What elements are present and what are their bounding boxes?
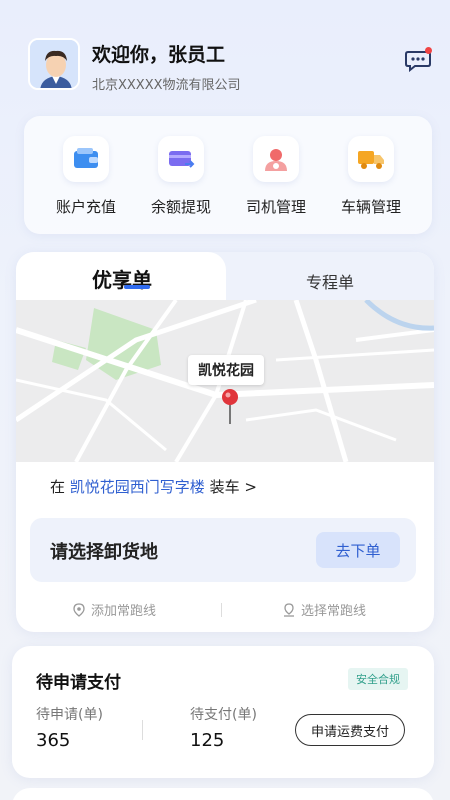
next-card-peek — [12, 788, 434, 800]
driver-icon — [253, 136, 299, 182]
add-route-button[interactable]: 添加常跑线 — [72, 600, 156, 619]
unload-prompt: 请选择卸货地 — [50, 542, 158, 563]
header: 欢迎你，张员工 北京XXXXX物流有限公司 — [0, 0, 450, 110]
quick-action-label: 司机管理 — [245, 198, 306, 216]
select-route-button[interactable]: 选择常跑线 — [282, 600, 366, 619]
load-prefix: 在 — [50, 478, 66, 496]
add-route-label: 添加常跑线 — [91, 604, 157, 619]
active-tab-indicator — [124, 285, 150, 289]
tab-dedicated-order[interactable]: 专程单 — [306, 269, 354, 293]
loading-location-link[interactable]: 在 凯悦花园西门写字楼 装车 > — [50, 476, 257, 497]
unread-dot — [425, 47, 432, 54]
company-name: 北京XXXXX物流有限公司 — [92, 78, 241, 93]
load-suffix: 装车 > — [209, 478, 257, 496]
map-view[interactable]: 凯悦花园 — [16, 300, 434, 462]
pending-apply-count: 365 — [36, 730, 71, 751]
pending-pay-label: 待支付(单) — [190, 707, 257, 723]
order-card: 优享单 专程单 凯悦花园 在 凯悦花园西门写字楼 装车 > 请选择卸货地 去下单… — [16, 252, 434, 632]
quick-action-recharge[interactable]: 账户充值 — [46, 136, 126, 217]
avatar[interactable] — [28, 38, 80, 90]
map-pin-outline-icon — [73, 602, 85, 617]
route-actions: 添加常跑线 选择常跑线 — [16, 598, 434, 622]
payment-card: 待申请支付 安全合规 待申请(单) 365 待支付(单) 125 申请运费支付 — [12, 646, 434, 778]
location-outline-icon — [284, 602, 294, 617]
truck-icon — [348, 136, 394, 182]
location-pin-icon — [221, 388, 239, 426]
quick-action-drivers[interactable]: 司机管理 — [236, 136, 316, 217]
compliance-badge: 安全合规 — [348, 668, 408, 690]
select-route-label: 选择常跑线 — [301, 604, 367, 619]
wallet-icon — [63, 136, 109, 182]
pending-pay-count: 125 — [190, 730, 225, 751]
quick-action-withdraw[interactable]: 余额提现 — [141, 136, 221, 217]
place-order-button[interactable]: 去下单 — [316, 532, 400, 568]
pending-apply-label: 待申请(单) — [36, 707, 103, 723]
divider — [142, 720, 143, 740]
map-pin-label: 凯悦花园 — [188, 355, 264, 385]
quick-action-label: 余额提现 — [150, 198, 211, 216]
unload-selector[interactable]: 请选择卸货地 去下单 — [30, 518, 416, 582]
quick-actions-panel: 账户充值 余额提现 司机管理 车辆管理 — [24, 116, 432, 234]
apply-payment-button[interactable]: 申请运费支付 — [295, 714, 405, 746]
message-icon[interactable] — [405, 47, 432, 73]
card-withdraw-icon — [158, 136, 204, 182]
order-tabs: 优享单 专程单 — [16, 252, 434, 302]
divider — [221, 603, 222, 617]
quick-action-label: 车辆管理 — [340, 198, 401, 216]
payment-title: 待申请支付 — [36, 673, 121, 693]
quick-action-label: 账户充值 — [55, 198, 116, 216]
greeting-title: 欢迎你，张员工 — [92, 44, 226, 66]
load-location: 凯悦花园西门写字楼 — [69, 478, 205, 496]
quick-action-vehicles[interactable]: 车辆管理 — [331, 136, 411, 217]
